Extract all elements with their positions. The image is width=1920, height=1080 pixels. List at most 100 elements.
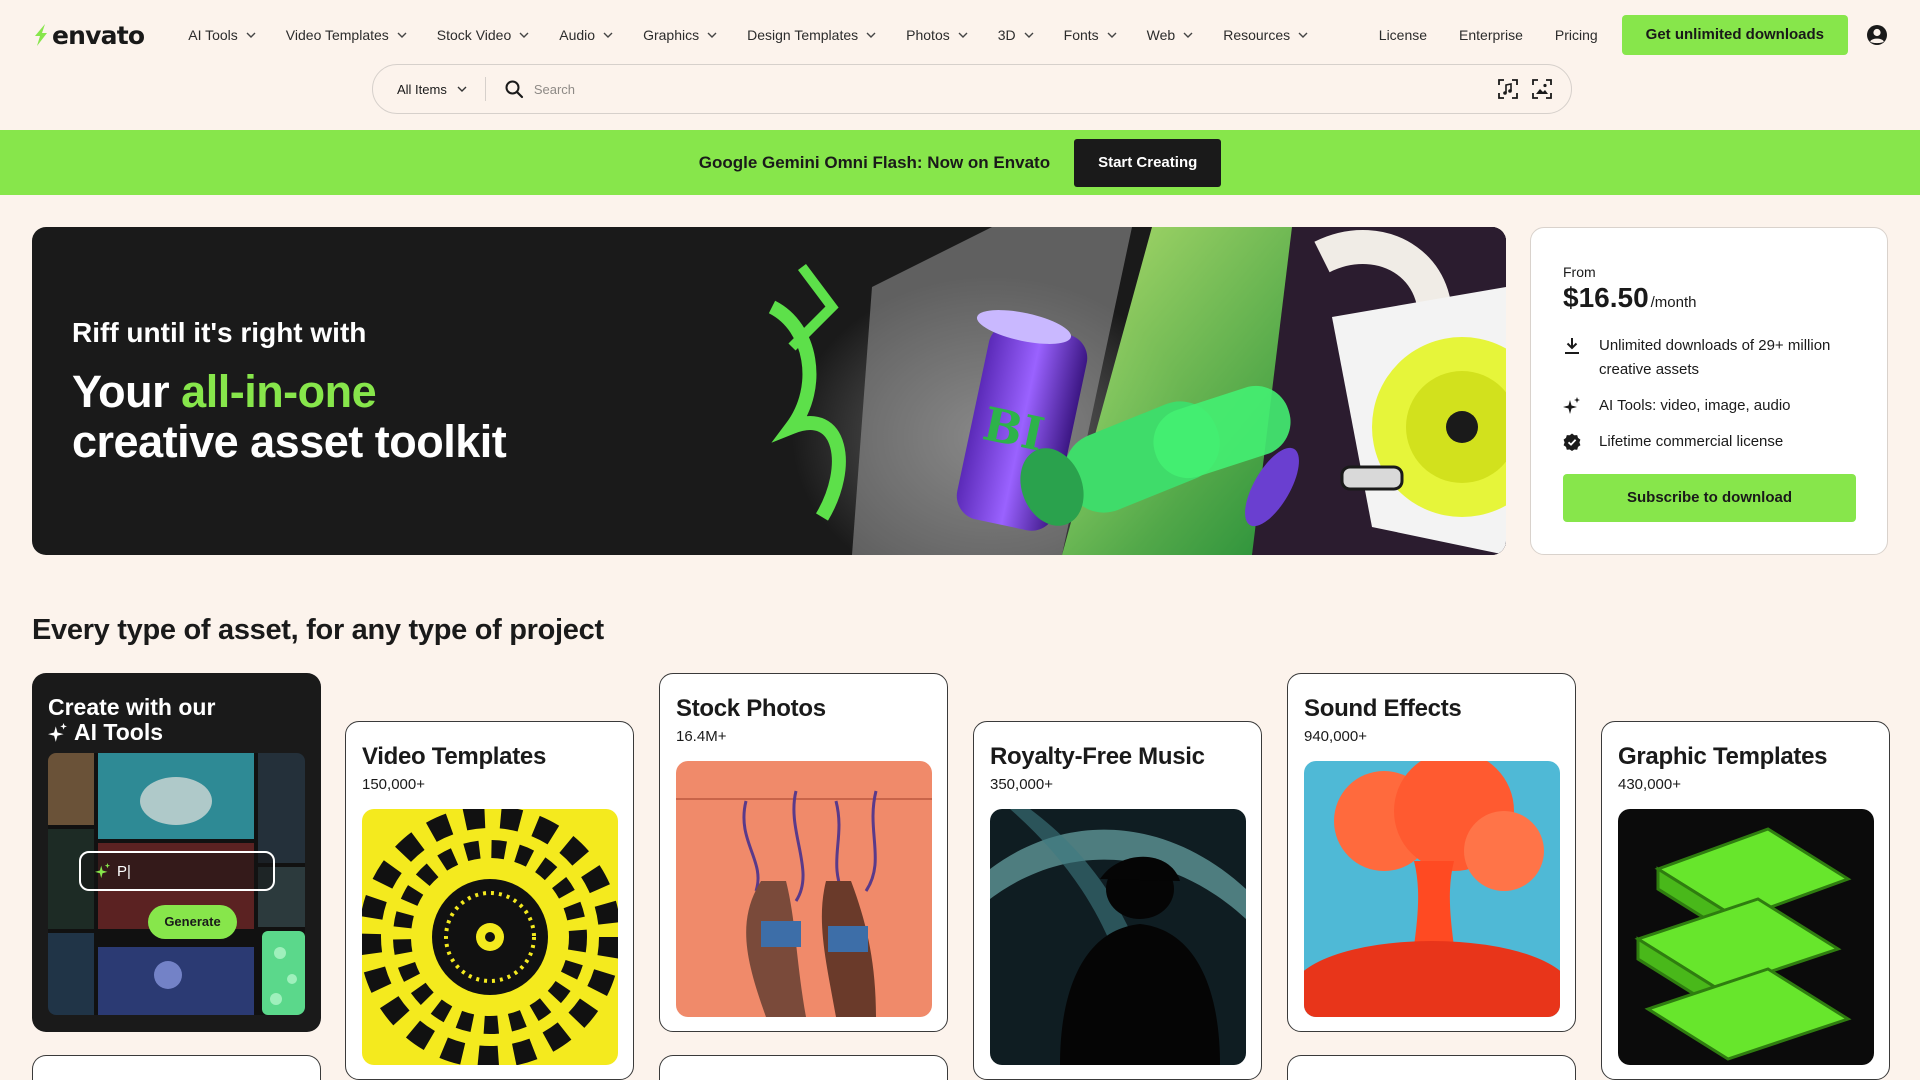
card-count: 350,000+	[990, 776, 1053, 793]
image-search-icon[interactable]	[1531, 78, 1553, 100]
hero-title-prefix: Your	[72, 366, 182, 417]
nav-ai-tools[interactable]: AI Tools	[180, 27, 271, 43]
hero-title: Your all-in-one creative asset toolkit	[72, 366, 507, 467]
chevron-down-icon	[1298, 32, 1308, 38]
chevron-down-icon	[1107, 32, 1117, 38]
feature-text: AI Tools: video, image, audio	[1599, 397, 1791, 414]
category-card-stock-photos[interactable]: Stock Photos 16.4M+	[659, 673, 948, 1032]
nav-label: Graphics	[643, 27, 700, 43]
category-card-sound-effects[interactable]: Sound Effects 940,000+	[1287, 673, 1576, 1032]
nav-label: Web	[1146, 27, 1176, 43]
nav-audio[interactable]: Audio	[544, 27, 628, 43]
search-bar: All Items	[372, 64, 1572, 114]
enterprise-link[interactable]: Enterprise	[1443, 27, 1539, 43]
nav-label: Video Templates	[285, 27, 389, 43]
green-boxes-mockup-image	[1618, 809, 1874, 1065]
nav-photos[interactable]: Photos	[891, 27, 983, 43]
card-peek	[32, 1055, 321, 1080]
price-period: /month	[1650, 294, 1697, 311]
card-count: 940,000+	[1304, 728, 1367, 745]
card-image	[1304, 761, 1560, 1017]
generate-button[interactable]: Generate	[148, 905, 237, 939]
card-title: Graphic Templates	[1618, 743, 1828, 770]
leaf-logo-icon	[35, 24, 47, 46]
license-link[interactable]: License	[1363, 27, 1443, 43]
psychedelic-pattern-image	[362, 809, 618, 1065]
category-card-graphic-templates[interactable]: Graphic Templates 430,000+	[1601, 721, 1890, 1080]
logo-wordmark: envato	[52, 20, 145, 50]
sparkle-icon	[95, 863, 111, 879]
chevron-down-icon	[397, 32, 407, 38]
nav-video-templates[interactable]: Video Templates	[271, 27, 422, 43]
chevron-down-icon	[519, 32, 529, 38]
nav-label: Photos	[906, 27, 950, 43]
feature-text: Unlimited downloads of 29+ million creat…	[1599, 337, 1831, 378]
pricing-card: From $16.50 /month Unlimited downloads o…	[1530, 227, 1888, 555]
chevron-down-icon	[707, 32, 717, 38]
music-search-icon[interactable]	[1497, 78, 1519, 100]
user-circle-icon[interactable]	[1866, 24, 1888, 46]
card-title: Video Templates	[362, 743, 547, 770]
feature-item: Unlimited downloads of 29+ million creat…	[1563, 334, 1855, 382]
red-smoke-explosion-image	[1304, 761, 1560, 1017]
nav-label: 3D	[997, 27, 1016, 43]
promo-banner: Google Gemini Omni Flash: Now on Envato …	[0, 130, 1920, 195]
chevron-down-icon	[1024, 32, 1034, 38]
chevron-down-icon	[866, 32, 876, 38]
nav-resources[interactable]: Resources	[1208, 27, 1323, 43]
nav-label: Stock Video	[436, 27, 512, 43]
category-card-royalty-free-music[interactable]: Royalty-Free Music 350,000+	[973, 721, 1262, 1080]
sparkle-icon	[1563, 397, 1580, 414]
start-creating-button[interactable]: Start Creating	[1074, 138, 1222, 187]
hero-copy: Riff until it's right with Your all-in-o…	[72, 317, 507, 467]
category-card-video-templates[interactable]: Video Templates 150,000+	[345, 721, 634, 1080]
hero-title-suffix: creative asset toolkit	[72, 416, 507, 467]
nav-label: AI Tools	[188, 27, 238, 43]
dj-silhouette-image	[990, 809, 1246, 1065]
nav-fonts[interactable]: Fonts	[1049, 27, 1132, 43]
nav-label: Resources	[1223, 27, 1291, 43]
card-image	[676, 761, 932, 1017]
verified-badge-icon	[1563, 433, 1581, 451]
search-category-select[interactable]: All Items	[397, 77, 486, 101]
nav-design-templates[interactable]: Design Templates	[732, 27, 891, 43]
nav-stock-video[interactable]: Stock Video	[422, 27, 544, 43]
card-peek	[659, 1055, 948, 1080]
nav-label: Audio	[559, 27, 596, 43]
get-unlimited-downloads-button[interactable]: Get unlimited downloads	[1621, 15, 1848, 55]
nav-3d[interactable]: 3D	[983, 27, 1049, 43]
subscribe-to-download-button[interactable]: Subscribe to download	[1563, 474, 1856, 522]
envato-logo[interactable]: envato	[32, 20, 145, 50]
pricing-link[interactable]: Pricing	[1539, 27, 1614, 43]
hero-subtitle: Riff until it's right with	[72, 317, 367, 348]
feature-text: Lifetime commercial license	[1599, 433, 1784, 450]
card-count: 430,000+	[1618, 776, 1681, 793]
promo-text: Google Gemini Omni Flash: Now on Envato	[698, 152, 1051, 172]
search-input[interactable]	[533, 74, 1497, 104]
feature-item: Lifetime commercial license	[1563, 430, 1855, 454]
card-peek	[1287, 1055, 1576, 1080]
card-title: Royalty-Free Music	[990, 743, 1205, 770]
search-icon	[505, 80, 523, 99]
chevron-down-icon	[1183, 32, 1193, 38]
hero-collage-image: BI	[732, 227, 1506, 555]
ai-tools-card[interactable]: Create with our AI Tools P| Generate	[32, 673, 321, 1032]
feature-list: Unlimited downloads of 29+ million creat…	[1563, 334, 1855, 454]
nav-right-group: License Enterprise Pricing Get unlimited…	[1363, 15, 1888, 55]
ai-prompt-field[interactable]: P|	[79, 851, 275, 891]
ai-card-line1: Create with our	[48, 694, 216, 720]
search-tools	[1497, 78, 1553, 100]
sparkle-icon	[48, 722, 67, 742]
dancers-photo-image	[676, 761, 932, 1017]
top-navigation: envato AI Tools Video Templates Stock Vi…	[0, 0, 1920, 70]
card-count: 16.4M+	[676, 728, 727, 745]
chevron-down-icon	[958, 32, 968, 38]
price-line: $16.50 /month	[1563, 282, 1855, 314]
section-title: Every type of asset, for any type of pro…	[32, 614, 604, 646]
hero-banner: BI Riff until it's right with Your all-i…	[32, 227, 1506, 555]
nav-label: Design Templates	[747, 27, 859, 43]
chevron-down-icon	[603, 32, 613, 38]
nav-web[interactable]: Web	[1132, 27, 1209, 43]
nav-graphics[interactable]: Graphics	[628, 27, 732, 43]
ai-prompt-text: P|	[117, 862, 131, 880]
